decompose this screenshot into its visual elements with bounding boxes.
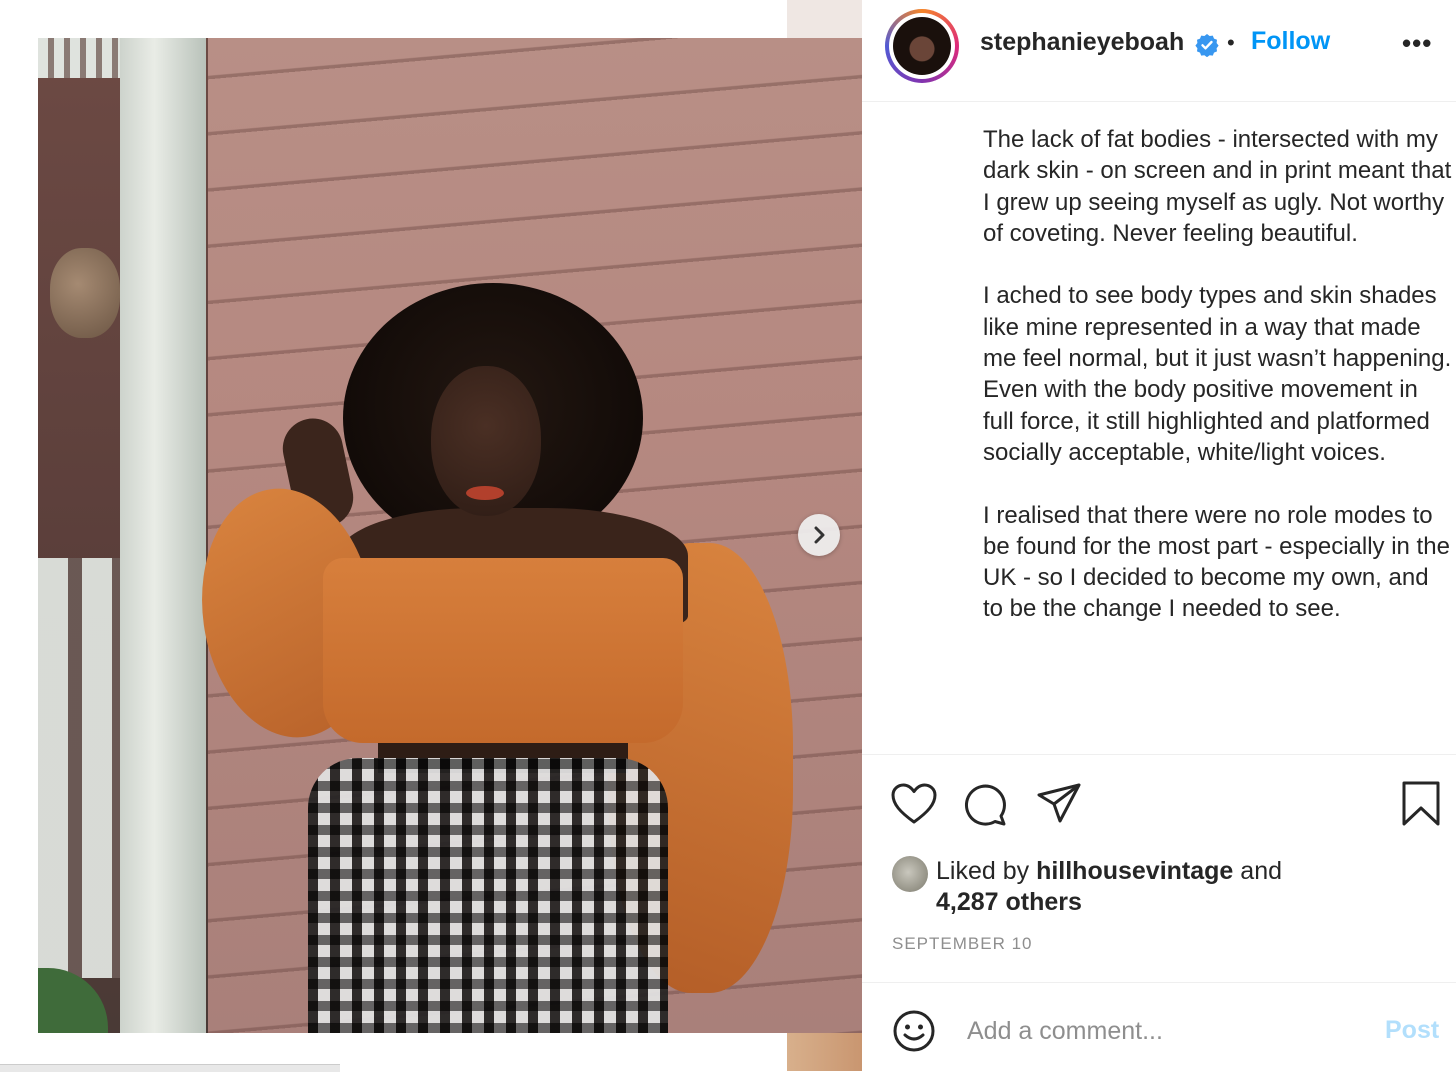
actions-divider <box>862 754 1456 755</box>
post-side-panel: stephanieyeboah • Follow ••• The lack of… <box>862 0 1456 1071</box>
lantern <box>50 248 120 338</box>
post-comment-button[interactable]: Post <box>1385 1016 1439 1045</box>
next-image-button[interactable] <box>798 514 840 556</box>
header-separator: • <box>1227 30 1235 55</box>
comment-divider <box>862 982 1456 983</box>
post-header: stephanieyeboah • Follow ••• <box>862 0 1456 102</box>
liker-avatar[interactable] <box>892 856 928 892</box>
post-caption: The lack of fat bodies - intersected wit… <box>983 124 1453 656</box>
plaid-skirt <box>308 758 668 1033</box>
emoji-icon[interactable] <box>892 1009 936 1053</box>
follow-button[interactable]: Follow <box>1251 27 1330 56</box>
post-photo[interactable] <box>38 38 862 1033</box>
bookmark-icon[interactable] <box>1400 780 1442 828</box>
comment-icon[interactable] <box>962 782 1008 828</box>
verified-badge-icon <box>1195 34 1219 57</box>
heart-icon[interactable] <box>890 782 938 826</box>
likes-prefix: Liked by <box>936 857 1030 885</box>
orange-top <box>323 558 683 743</box>
likes-and: and <box>1240 857 1283 885</box>
profile-avatar[interactable] <box>885 9 959 83</box>
caption-paragraph: I ached to see body types and skin shade… <box>983 282 1452 466</box>
share-icon[interactable] <box>1036 782 1082 826</box>
lips <box>466 486 504 500</box>
liker-username[interactable]: hillhousevintage <box>1036 857 1233 885</box>
chevron-right-icon <box>814 526 825 544</box>
caption-paragraph: The lack of fat bodies - intersected wit… <box>983 126 1452 247</box>
porch-post <box>120 38 206 1033</box>
username-link[interactable]: stephanieyeboah <box>980 28 1184 57</box>
post-date[interactable]: SEPTEMBER 10 <box>892 934 1033 954</box>
likes-summary: Liked by hillhousevintage and 4,287 othe… <box>936 856 1436 918</box>
likes-count-link[interactable]: 4,287 others <box>936 888 1082 916</box>
caption-paragraph: I realised that there were no role modes… <box>983 501 1450 623</box>
comment-input[interactable] <box>965 1010 1369 1052</box>
post-media <box>0 0 862 1071</box>
more-options-button[interactable]: ••• <box>1402 28 1432 59</box>
